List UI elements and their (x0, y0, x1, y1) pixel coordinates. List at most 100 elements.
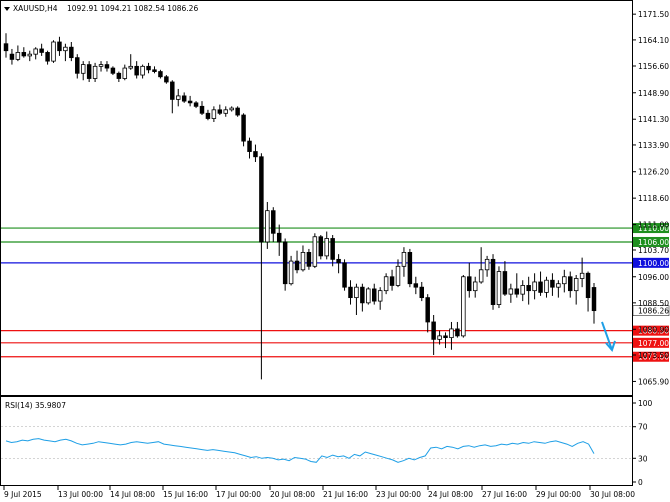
price-tick-label: 1111.00 (638, 221, 669, 230)
time-tick-label: 21 Jul 16:00 (323, 490, 368, 499)
rsi-tick-label: 0 (638, 478, 643, 487)
candle-body (164, 76, 169, 83)
price-tick-label: 1164.10 (638, 36, 669, 45)
candle-body (235, 107, 240, 116)
trading-chart: 1110.001106.001100.001080.501077.001073.… (0, 0, 670, 499)
candle-body (146, 65, 151, 71)
candle-body (271, 210, 276, 234)
candle-body (550, 279, 555, 288)
candle-body (514, 288, 520, 295)
time-tick-label: 24 Jul 08:00 (428, 490, 473, 499)
candle-body (282, 241, 288, 285)
candle-body (187, 100, 193, 104)
candle-body (193, 102, 199, 107)
candle-body (407, 252, 413, 285)
price-tick-label: 1156.60 (638, 62, 669, 71)
level-tag-label: 1077.00 (638, 339, 669, 348)
candle-body (354, 286, 359, 299)
candle-body (568, 276, 573, 292)
candle-body (377, 290, 383, 302)
candle-body (443, 335, 448, 339)
candle-body (538, 281, 543, 293)
price-tick-label: 1118.60 (638, 194, 669, 203)
candle-body (211, 109, 217, 119)
price-tick-label: 1065.90 (638, 377, 669, 386)
candle-body (39, 48, 44, 53)
candle-body (556, 283, 561, 288)
candle-body (425, 297, 430, 323)
candle-body (300, 252, 306, 271)
candle-body (265, 210, 270, 243)
candle (306, 248, 312, 270)
candle-body (158, 71, 163, 78)
candle-body (152, 69, 157, 72)
candle-body (259, 156, 264, 243)
candle-body (247, 140, 252, 152)
candle-body (437, 335, 442, 340)
candle-body (348, 286, 353, 299)
candle-body (33, 48, 38, 55)
candle-body (92, 65, 98, 79)
candle-body (413, 283, 419, 288)
candle-body (389, 276, 395, 286)
candle-body (544, 279, 549, 293)
candle-body (455, 328, 460, 337)
price-tick-label: 1080.90 (638, 325, 669, 334)
candle-body (45, 52, 50, 62)
candle (490, 254, 496, 310)
candle-body (520, 285, 525, 295)
candle-body (461, 276, 466, 337)
candle (282, 238, 288, 291)
candle-body (229, 107, 234, 111)
time-axis: 9 Jul 2015 13 Jul 00:00 14 Jul 08:00 15 Jul… (3, 486, 635, 499)
candle-body (579, 272, 585, 279)
time-tick-label: 9 Jul 2015 (4, 490, 42, 499)
candle-body (449, 328, 454, 339)
candle-body (9, 53, 15, 60)
price-tick-label: 1126.20 (638, 168, 669, 177)
level-tag-label: 1100.00 (638, 259, 669, 268)
candle-body (467, 276, 472, 292)
rsi-pane-frame (0, 396, 633, 486)
rsi-tick-label: 100 (638, 399, 653, 408)
price-axis: 1171.50 1164.10 1156.60 1148.90 1141.30 1133.… (632, 10, 669, 386)
symbol-label: XAUUSD,H4 (13, 4, 58, 13)
price-tick-label: 1088.50 (638, 299, 669, 308)
candle-body (508, 288, 514, 295)
candle-body (205, 112, 211, 119)
candle-body (312, 236, 318, 267)
candle (86, 61, 92, 82)
candle-body (490, 258, 496, 305)
time-tick-label: 17 Jul 00:00 (216, 490, 261, 499)
rsi-tick-label: 30 (638, 454, 648, 463)
time-tick-label: 30 Jul 08:00 (590, 490, 635, 499)
candle-body (223, 109, 228, 114)
candle-body (140, 65, 145, 76)
candle-body (330, 238, 335, 260)
candle (235, 106, 240, 117)
candle-body (134, 65, 139, 76)
candle-body (181, 95, 187, 102)
candle-body (360, 286, 365, 304)
candle (342, 259, 347, 291)
candle-body (27, 53, 32, 57)
time-tick-label: 15 Jul 16:00 (163, 490, 208, 499)
candle (312, 233, 318, 269)
time-tick-label: 23 Jul 00:00 (376, 490, 421, 499)
rsi-tick-label: 70 (638, 423, 648, 432)
candle-body (86, 64, 92, 79)
candle-body (496, 271, 502, 305)
time-tick-label: 20 Jul 08:00 (270, 490, 315, 499)
candle-body (484, 258, 490, 271)
time-tick-label: 13 Jul 00:00 (58, 490, 103, 499)
candle (241, 113, 246, 147)
candle (407, 248, 413, 288)
candle-body (472, 281, 478, 292)
candle-body (366, 288, 371, 304)
candle-body (336, 258, 341, 264)
rsi-axis: 100 70 30 0 (632, 399, 653, 487)
candle-body (110, 67, 116, 74)
rsi-indicator-label: RSI(14) 35.9807 (5, 401, 66, 410)
price-tick-label: 1073.50 (638, 351, 669, 360)
candle (366, 287, 371, 305)
